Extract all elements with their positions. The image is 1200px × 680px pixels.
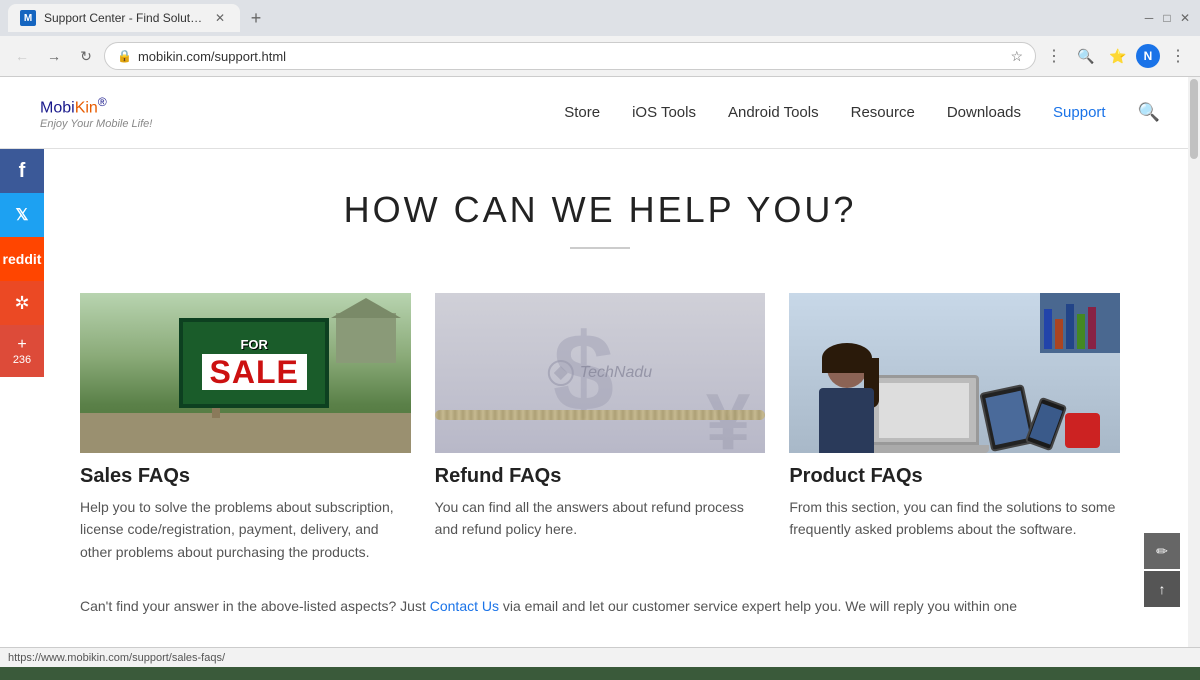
google-plus-share-button[interactable]: + 236 [0, 325, 44, 377]
page-content: f 𝕏 reddit ✲ + 236 MobiKin® Enjoy Your M… [0, 77, 1200, 647]
site-navigation: Store iOS Tools Android Tools Resource D… [564, 102, 1160, 123]
chrome-menu-button[interactable]: ⋮ [1164, 42, 1192, 70]
url-text: mobikin.com/support.html [138, 49, 1004, 64]
profile-button[interactable]: N [1136, 44, 1160, 68]
tab-favicon: M [20, 10, 36, 26]
hero-title: HOW CAN WE HELP YOU? [0, 189, 1200, 231]
new-tab-button[interactable]: + [242, 4, 270, 32]
product-faq-card[interactable]: Product FAQs From this section, you can … [789, 293, 1120, 563]
logo-registered: ® [98, 95, 107, 109]
refund-faq-image: $ ¥ TechNadu [435, 293, 766, 453]
hero-divider [570, 247, 630, 249]
status-bar: https://www.mobikin.com/support/sales-fa… [0, 647, 1200, 667]
bottom-text: Can't find your answer in the above-list… [0, 563, 1200, 617]
bottom-text-after: via email and let our customer service e… [499, 598, 1017, 614]
nav-ios-tools[interactable]: iOS Tools [632, 104, 696, 121]
product-faq-title: Product FAQs [789, 465, 1120, 488]
google-plus-icon: + [17, 336, 26, 354]
sales-faq-card[interactable]: FOR SALE Sales FAQs Help you to solve th… [80, 293, 411, 563]
refund-faq-card[interactable]: $ ¥ TechNadu Refund FAQs [435, 293, 766, 563]
hero-section: HOW CAN WE HELP YOU? [0, 149, 1200, 269]
back-button[interactable]: ← [8, 42, 36, 70]
tab-title: Support Center - Find Solutions [44, 11, 204, 25]
stumbleupon-share-button[interactable]: ✲ [0, 281, 44, 325]
edit-button[interactable]: ✏ [1144, 533, 1180, 569]
faq-grid: FOR SALE Sales FAQs Help you to solve th… [0, 269, 1200, 563]
facebook-icon: f [19, 160, 26, 183]
refund-faq-title: Refund FAQs [435, 465, 766, 488]
site-logo[interactable]: MobiKin® Enjoy Your Mobile Life! [40, 95, 152, 129]
nav-support[interactable]: Support [1053, 104, 1106, 121]
close-button[interactable] [1178, 11, 1192, 25]
scroll-top-button[interactable]: ↑ [1144, 571, 1180, 607]
search-browser-icon[interactable]: 🔍 [1072, 42, 1100, 70]
facebook-share-button[interactable]: f [0, 149, 44, 193]
site-header: MobiKin® Enjoy Your Mobile Life! Store i… [0, 77, 1200, 149]
url-bar[interactable]: 🔒 mobikin.com/support.html ☆ [104, 42, 1036, 70]
site-search-icon[interactable]: 🔍 [1138, 102, 1160, 123]
contact-us-link[interactable]: Contact Us [430, 598, 499, 614]
logo-tagline: Enjoy Your Mobile Life! [40, 118, 152, 130]
tab-close-button[interactable]: ✕ [212, 10, 228, 26]
address-bar: ← → ↻ 🔒 mobikin.com/support.html ☆ ⋮ 🔍 ⭐… [0, 36, 1200, 76]
scrollbar-thumb[interactable] [1190, 79, 1198, 159]
sales-faq-title: Sales FAQs [80, 465, 411, 488]
logo-mobi-text: Mobi [40, 100, 75, 117]
scrollbar[interactable] [1188, 77, 1200, 647]
status-url: https://www.mobikin.com/support/sales-fa… [8, 652, 225, 664]
sales-faq-image: FOR SALE [80, 293, 411, 453]
lock-icon: 🔒 [117, 49, 132, 63]
social-sidebar: f 𝕏 reddit ✲ + 236 [0, 149, 44, 377]
floating-action-buttons: ✏ ↑ [1144, 533, 1180, 607]
twitter-icon: 𝕏 [16, 205, 29, 225]
reddit-share-button[interactable]: reddit [0, 237, 44, 281]
nav-resource[interactable]: Resource [851, 104, 915, 121]
star-icon[interactable]: ⭐ [1104, 42, 1132, 70]
nav-downloads[interactable]: Downloads [947, 104, 1021, 121]
bookmark-icon[interactable]: ☆ [1010, 48, 1023, 65]
forward-button[interactable]: → [40, 42, 68, 70]
active-tab[interactable]: M Support Center - Find Solutions ✕ [8, 4, 240, 32]
refund-faq-desc: You can find all the answers about refun… [435, 496, 766, 541]
sales-faq-desc: Help you to solve the problems about sub… [80, 496, 411, 563]
twitter-share-button[interactable]: 𝕏 [0, 193, 44, 237]
extensions-icon[interactable]: ⋮ [1040, 42, 1068, 70]
stumbleupon-icon: ✲ [14, 293, 29, 314]
maximize-button[interactable] [1160, 11, 1174, 25]
nav-store[interactable]: Store [564, 104, 600, 121]
nav-android-tools[interactable]: Android Tools [728, 104, 819, 121]
reddit-icon: reddit [3, 251, 42, 267]
logo-kin-text: Kin [75, 100, 98, 117]
technadu-watermark: TechNadu [580, 364, 652, 382]
minimize-button[interactable] [1142, 11, 1156, 25]
bottom-text-before: Can't find your answer in the above-list… [80, 598, 430, 614]
google-plus-count: 236 [13, 354, 31, 366]
product-faq-desc: From this section, you can find the solu… [789, 496, 1120, 541]
refresh-button[interactable]: ↻ [72, 42, 100, 70]
product-faq-image [789, 293, 1120, 453]
